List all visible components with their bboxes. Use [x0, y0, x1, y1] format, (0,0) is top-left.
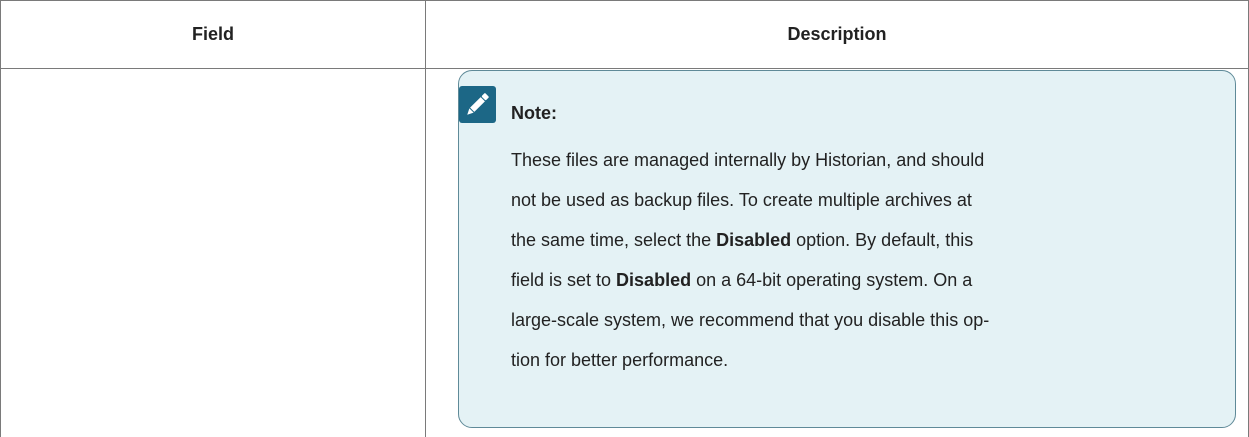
edit-note-icon [459, 86, 496, 123]
note-text: on a 64-bit operating system. On a [691, 270, 973, 290]
note-line: large-scale system, we recommend that yo… [511, 300, 1211, 340]
column-header-description: Description [787, 24, 887, 44]
note-text: not be used as backup files. To create m… [511, 190, 972, 210]
note-text: tion for better performance. [511, 350, 729, 370]
note-text: the same time, select the [511, 230, 717, 250]
note-line: These files are managed internally by Hi… [511, 140, 1211, 180]
note-line: not be used as backup files. To create m… [511, 180, 1211, 220]
note-text: large-scale system, we recommend that yo… [511, 310, 990, 330]
note-line: field is set to Disabled on a 64-bit ope… [511, 260, 1211, 300]
note-title: Note: [511, 103, 557, 123]
note-line: tion for better performance. [511, 340, 1211, 380]
header-divider [0, 68, 1249, 69]
note-text: option. By default, this [791, 230, 974, 250]
note-line: the same time, select the Disabled optio… [511, 220, 1211, 260]
note-body: These files are managed internally by Hi… [511, 140, 1211, 380]
note-text: These files are managed internally by Hi… [511, 150, 985, 170]
reference-table: Field Description Note: These files are … [0, 0, 1249, 437]
option-name-disabled: Disabled [716, 230, 792, 250]
note-text: field is set to [511, 270, 617, 290]
option-name-disabled: Disabled [616, 270, 692, 290]
column-header-field: Field [191, 24, 234, 44]
